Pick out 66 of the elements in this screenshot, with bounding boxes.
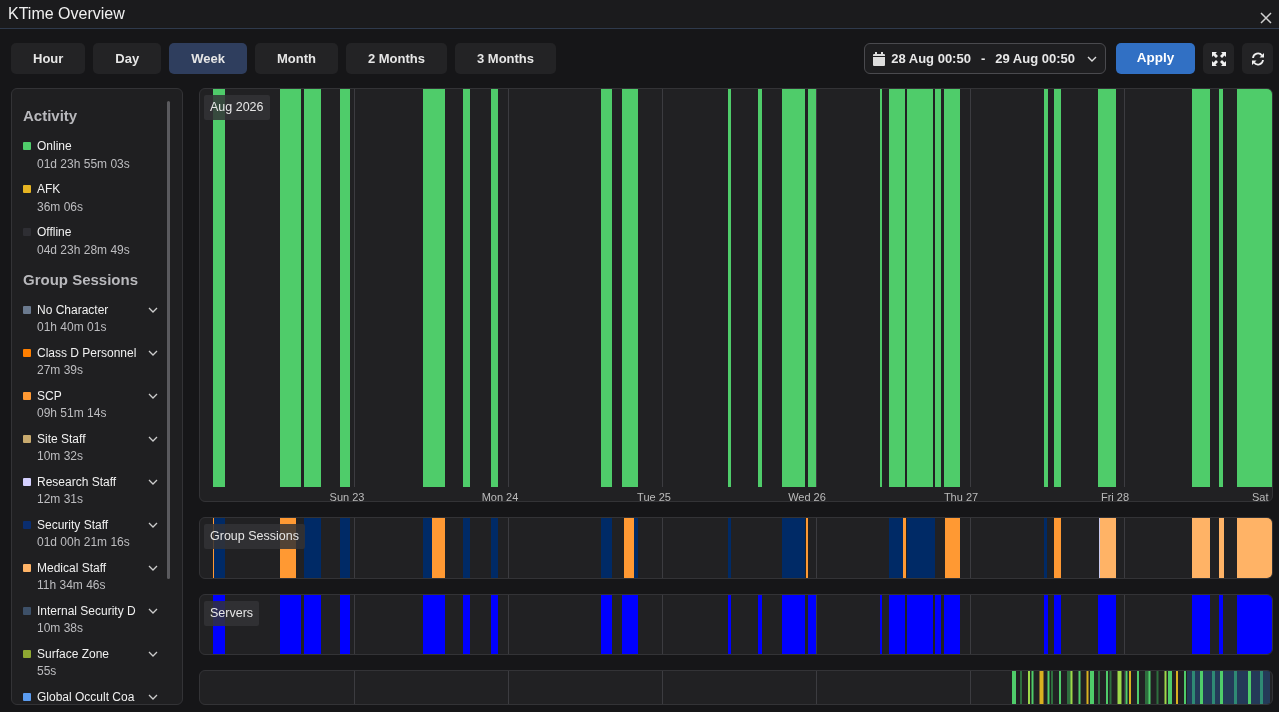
range-tab[interactable]: Hour [11, 43, 86, 74]
calendar-icon [873, 51, 886, 66]
axis-label: Fri 28 [1100, 490, 1130, 501]
legend-label: No Character [37, 301, 109, 319]
legend-label: SCP [37, 387, 62, 405]
axis-label: Wed 26 [788, 490, 826, 501]
chevron-down-icon[interactable] [148, 607, 158, 614]
range-separator: - [980, 49, 986, 68]
chevron-down-icon [1087, 55, 1097, 62]
chevron-down-icon[interactable] [148, 478, 158, 485]
chart-label: Aug 2026 [204, 95, 270, 120]
range-tab[interactable]: Week [169, 43, 247, 74]
refresh-button[interactable] [1242, 43, 1273, 74]
refresh-icon [1250, 51, 1265, 66]
axis-label: Mon 24 [481, 490, 519, 501]
chevron-down-icon[interactable] [148, 693, 158, 700]
duration-text: 01d 00h 21m 16s [36, 534, 131, 551]
range-end: 29 Aug 00:50 [995, 49, 1075, 68]
range-start: 28 Aug 00:50 [891, 49, 971, 68]
duration-text: 11h 34m 46s [36, 577, 107, 594]
duration-text: 12m 31s [36, 491, 85, 508]
axis-label: Thu 27 [943, 490, 979, 501]
chart-label: Group Sessions [204, 524, 305, 549]
range-tab[interactable]: Day [93, 43, 162, 74]
apply-button[interactable]: Apply [1116, 43, 1195, 74]
chart-label: Servers [204, 601, 260, 626]
duration-text: 10m 38s [36, 620, 85, 637]
legend-label: Site Staff [37, 430, 86, 448]
scrollbar[interactable] [167, 101, 170, 579]
window-title: KTime Overview [8, 4, 125, 24]
range-tab[interactable]: Month [254, 43, 338, 74]
legend-label: Internal Security D [37, 602, 136, 620]
date-range-picker[interactable]: 28 Aug 00:50 - 29 Aug 00:50 [864, 43, 1106, 74]
chevron-down-icon[interactable] [148, 392, 158, 399]
duration-text: 36m 06s [36, 198, 85, 216]
duration-text: 55s [36, 663, 58, 680]
duration-text: 10m 32s [36, 448, 85, 465]
legend-label: Medical Staff [37, 559, 107, 577]
legend-label: Online [37, 138, 72, 155]
chevron-down-icon[interactable] [148, 564, 158, 571]
range-tab[interactable]: 3 Months [455, 43, 557, 74]
duration-text: 01d 23h 55m 03s [36, 155, 131, 173]
duration-text: 09h 51m 14s [36, 405, 108, 422]
chevron-down-icon[interactable] [148, 521, 158, 528]
chevron-down-icon[interactable] [148, 650, 158, 657]
legend-label: Security Staff [37, 516, 109, 534]
duration-text: 04d 23h 28m 49s [36, 241, 131, 259]
chevron-down-icon[interactable] [148, 349, 158, 356]
duration-text: 27m 39s [36, 362, 85, 379]
legend-label: AFK [37, 181, 61, 198]
legend-label: Research Staff [37, 473, 117, 491]
expand-icon [1211, 51, 1226, 66]
legend-label: Surface Zone [37, 645, 110, 663]
section-heading: Activity [23, 106, 79, 126]
axis-label: Sat [1252, 490, 1269, 501]
chevron-down-icon[interactable] [148, 435, 158, 442]
range-tab[interactable]: 2 Months [345, 43, 447, 74]
fullscreen-button[interactable] [1203, 43, 1234, 74]
chevron-down-icon[interactable] [148, 306, 158, 313]
legend-label: Global Occult Coa [37, 688, 135, 704]
axis-label: Sun 23 [329, 490, 365, 501]
legend-label: Offline [37, 224, 72, 241]
section-heading: Group Sessions [23, 269, 140, 290]
legend-label: Class D Personnel [37, 344, 137, 362]
axis-label: Tue 25 [637, 490, 671, 501]
duration-text: 01h 40m 01s [36, 319, 108, 336]
